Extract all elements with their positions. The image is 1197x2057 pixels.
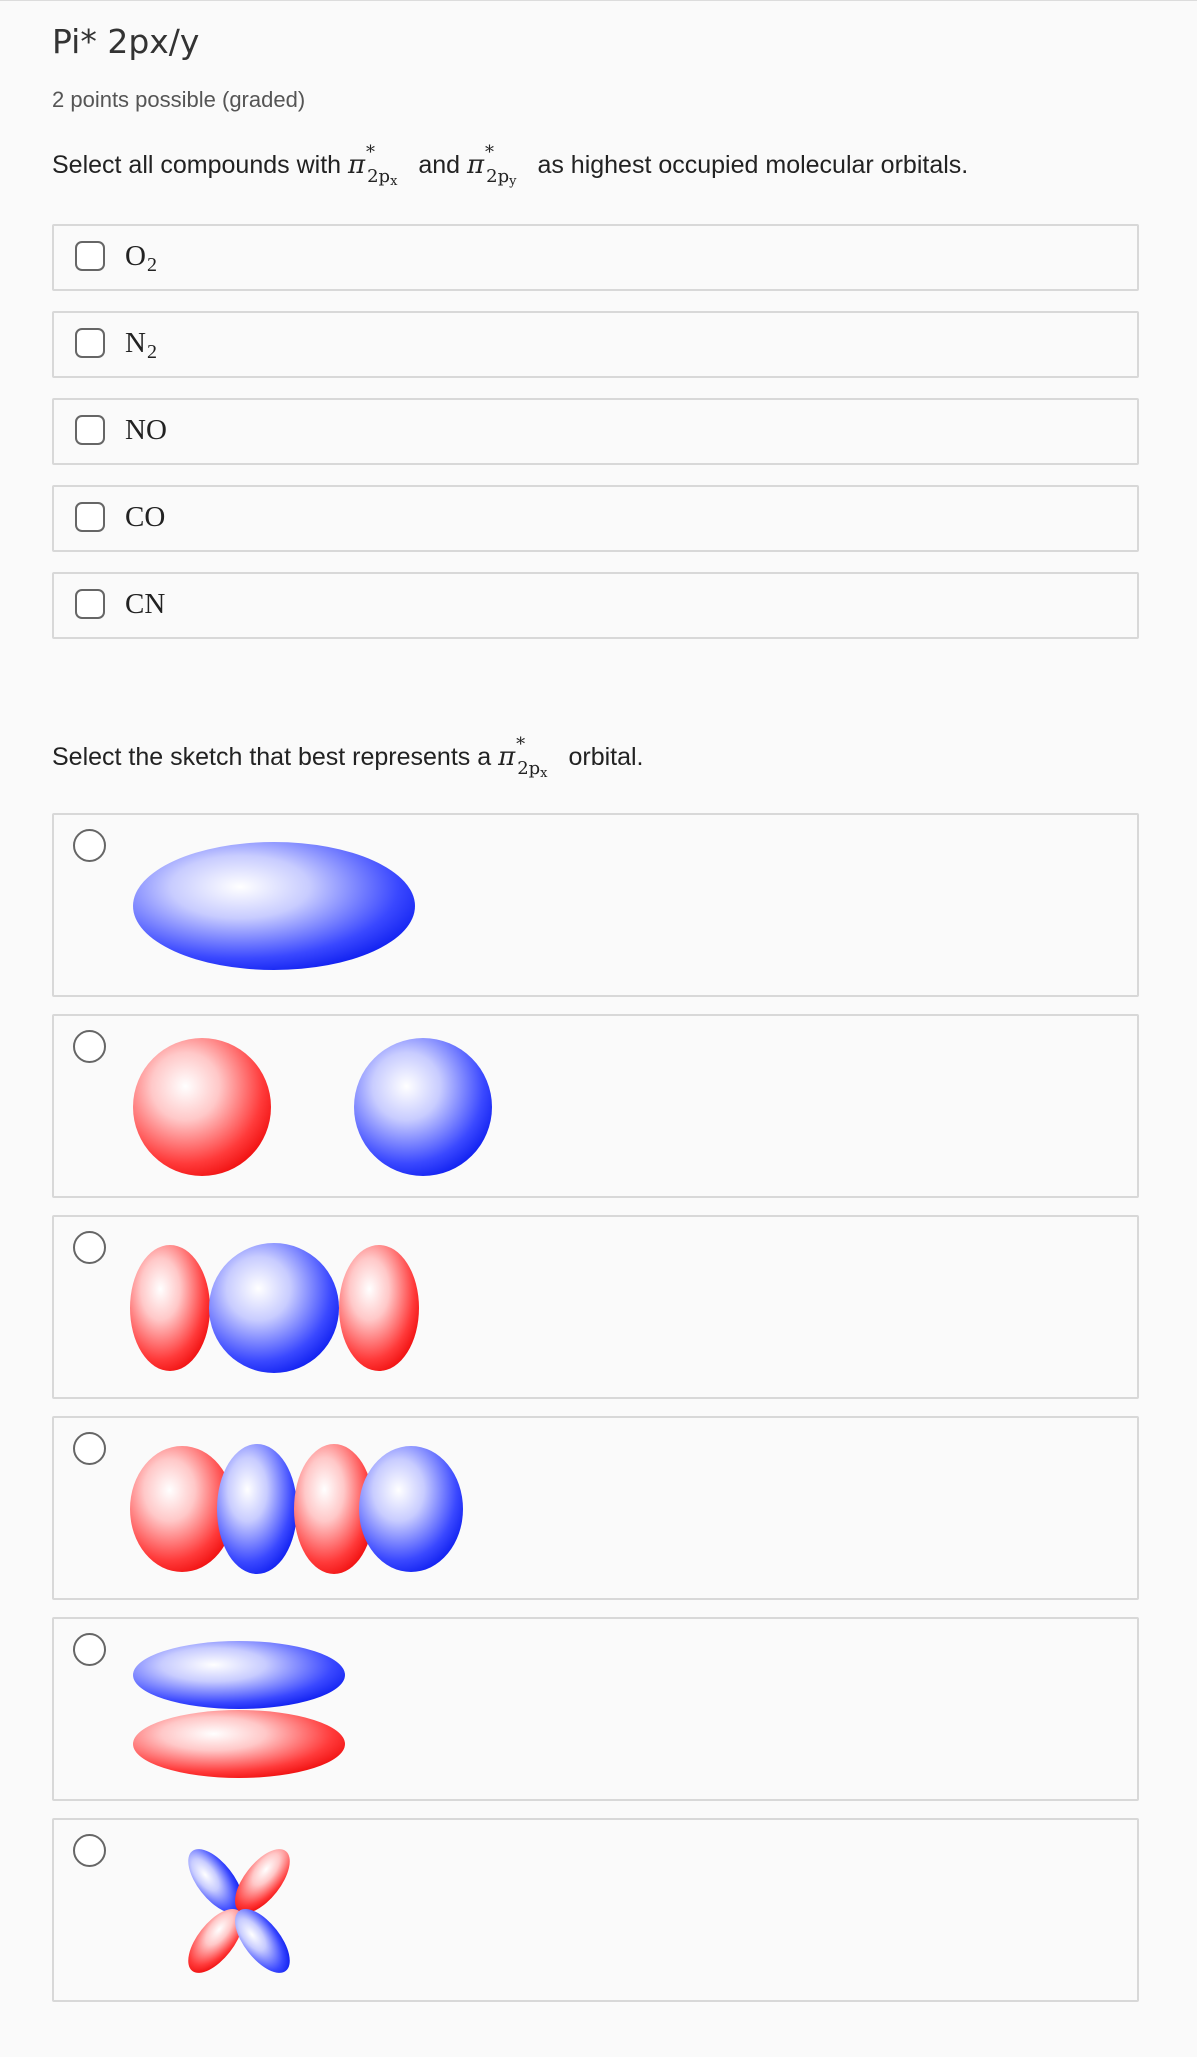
red-lobe [133, 1710, 345, 1778]
formula: NO [125, 414, 167, 446]
option-label: CN [125, 588, 166, 625]
points-possible: 2 points possible (graded) [52, 87, 306, 112]
checkbox[interactable] [75, 415, 105, 445]
checkbox[interactable] [75, 589, 105, 619]
pi-glyph: π [348, 150, 366, 180]
radio-option-two-spheres[interactable] [52, 1014, 1139, 1198]
blue-lobe [217, 1444, 297, 1574]
radio-option-cloverleaf[interactable] [52, 1818, 1139, 2002]
blue-lobe [133, 1641, 345, 1709]
prompt-text-after: as highest occupied molecular orbitals. [537, 151, 969, 179]
checkbox[interactable] [75, 328, 105, 358]
prompt-text-before: Select the sketch that best represents a [52, 743, 492, 771]
subscript-2p: 2p [517, 758, 541, 779]
red-lobe [130, 1245, 210, 1371]
checkbox-option-no[interactable]: NO [52, 398, 1139, 465]
star-superscript: * [516, 734, 526, 755]
radio-option-single-ellipsoid[interactable] [52, 813, 1139, 997]
option-label: N2 [125, 327, 157, 364]
radio-option-four-lobes-linear[interactable] [52, 1416, 1139, 1600]
problem-title: Pi* 2px/y [52, 22, 200, 61]
option-label: NO [125, 414, 168, 451]
checkbox-option-n2[interactable]: N2 [52, 311, 1139, 378]
blue-lobe [354, 1038, 492, 1176]
pi-star-2py-symbol: π * 2py [467, 142, 517, 189]
radio-option-stacked-lobes[interactable] [52, 1617, 1139, 1801]
top-divider [0, 0, 1197, 1]
prompt-text-before: Select all compounds with [52, 151, 342, 179]
radio-option-three-lobes[interactable] [52, 1215, 1139, 1399]
pi-glyph: π [467, 150, 485, 180]
question1-prompt: Select all compounds with π * 2px and π * 2p… [52, 142, 969, 189]
pi-glyph: π [498, 742, 516, 772]
orbital-sketch-cloverleaf [188, 1849, 290, 1973]
orbital-sketch-two-spheres [133, 1038, 492, 1176]
orbital-sketch-stacked-lobes [133, 1641, 345, 1778]
red-lobe [133, 1038, 271, 1176]
blue-lobe [359, 1446, 463, 1572]
subscript-2p: 2p [486, 166, 510, 187]
orbital-sketch-three-lobes [130, 1243, 419, 1373]
blue-lobe [133, 842, 415, 970]
checkbox[interactable] [75, 502, 105, 532]
option-label: CO [125, 501, 166, 538]
formula-subscript: 2 [146, 254, 157, 276]
red-lobe [339, 1245, 419, 1371]
formula: N [125, 327, 146, 359]
orbital-sketch-four-lobes-linear [130, 1444, 463, 1574]
prompt-and: and [418, 151, 461, 179]
star-superscript: * [366, 142, 375, 163]
subscript-x: x [540, 766, 548, 781]
formula: CN [125, 588, 166, 620]
pi-star-2px-symbol: π * 2px [498, 734, 548, 781]
formula-subscript: 2 [146, 341, 157, 363]
option-label: O2 [125, 240, 157, 277]
subscript-y: y [509, 174, 517, 189]
orbital-sketch-single-ellipsoid [133, 842, 415, 970]
blue-lobe [209, 1243, 339, 1373]
formula: O [125, 240, 146, 272]
question2-prompt: Select the sketch that best represents a… [52, 734, 644, 781]
formula: CO [125, 501, 166, 533]
checkbox[interactable] [75, 241, 105, 271]
pi-star-2px-symbol: π * 2px [348, 142, 398, 189]
subscript-x: x [390, 174, 398, 189]
checkbox-option-co[interactable]: CO [52, 485, 1139, 552]
checkbox-option-cn[interactable]: CN [52, 572, 1139, 639]
checkbox-option-o2[interactable]: O2 [52, 224, 1139, 291]
star-superscript: * [485, 142, 495, 163]
prompt-text-after: orbital. [568, 743, 644, 771]
subscript-2p: 2p [367, 166, 391, 187]
